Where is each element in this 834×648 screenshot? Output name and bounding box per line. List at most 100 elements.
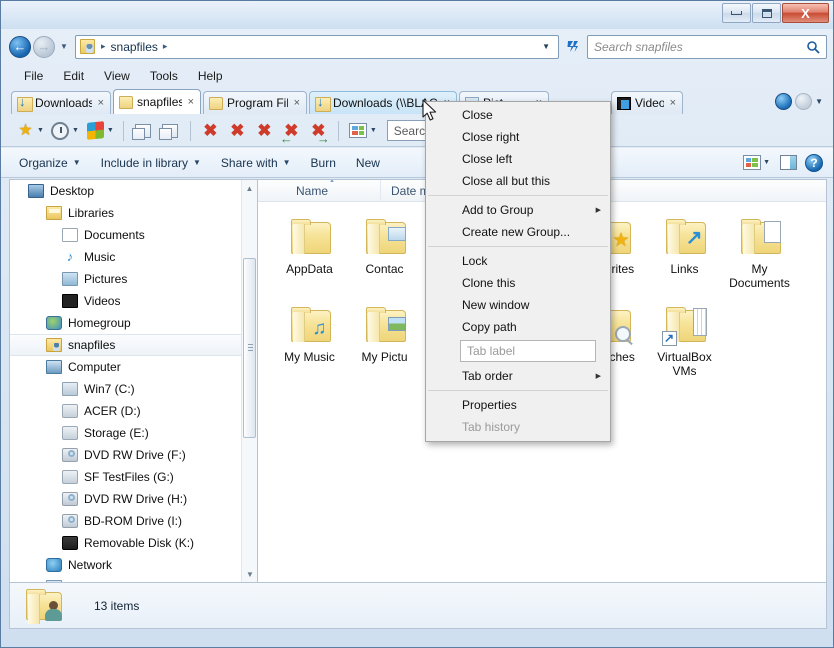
menu-item-create-new-group[interactable]: Create new Group...: [426, 221, 610, 243]
menu-file[interactable]: File: [15, 67, 52, 85]
command-organize[interactable]: Organize ▼: [9, 152, 91, 174]
chevron-down-icon[interactable]: ▼: [37, 127, 44, 134]
history-dropdown-button[interactable]: ▼: [58, 42, 70, 51]
clone-tab-icon: [159, 120, 181, 141]
chevron-down-icon-2[interactable]: ▼: [72, 127, 79, 134]
tab-nav-left-button[interactable]: [775, 93, 793, 110]
file-item-virtualbox-vms[interactable]: ↗ VirtualBox VMs: [647, 300, 722, 388]
tab-close-icon[interactable]: ×: [98, 97, 104, 109]
menu-item-add-to-group[interactable]: Add to Group: [426, 199, 610, 221]
tree-item-computer[interactable]: Computer: [10, 356, 257, 378]
nav-pane-scrollbar[interactable]: ▲ ▼: [241, 180, 257, 582]
menu-item-tab-order[interactable]: Tab order: [426, 365, 610, 387]
close-button[interactable]: X: [782, 3, 829, 23]
help-button[interactable]: ?: [805, 153, 823, 172]
search-input[interactable]: Search snapfiles: [594, 40, 806, 54]
tab-videos[interactable]: Videos ×: [611, 91, 683, 114]
address-path-box[interactable]: ▸ snapfiles ▸ ▼: [75, 34, 559, 59]
file-item-appdata[interactable]: AppData: [272, 212, 347, 300]
menu-item-copy-path[interactable]: Copy path: [426, 316, 610, 338]
favorites-button[interactable]: ★ ▼: [13, 119, 46, 142]
tree-item-control-panel[interactable]: Control Panel: [10, 576, 257, 582]
tree-item-documents[interactable]: Documents: [10, 224, 257, 246]
chevron-down-icon[interactable]: ▼: [283, 158, 291, 167]
tree-item-storage-e[interactable]: Storage (E:): [10, 422, 257, 444]
tree-item-bd-rom-drive-i[interactable]: BD-ROM Drive (I:): [10, 510, 257, 532]
tree-item-network[interactable]: Network: [10, 554, 257, 576]
tab-label-input[interactable]: Tab label: [460, 340, 596, 362]
menu-item-close-right[interactable]: Close right: [426, 126, 610, 148]
menu-view[interactable]: View: [95, 67, 139, 85]
address-dropdown-icon[interactable]: ▼: [542, 42, 556, 51]
file-item-my-documents[interactable]: My Documents: [722, 212, 797, 300]
close-all-tabs-button[interactable]: ✖: [252, 119, 277, 142]
tree-item-snapfiles[interactable]: snapfiles: [10, 334, 257, 356]
close-left-tabs-button[interactable]: ✖: [279, 119, 304, 145]
menu-item-close-all-but-this[interactable]: Close all but this: [426, 170, 610, 192]
menu-tools[interactable]: Tools: [141, 67, 187, 85]
search-box[interactable]: Search snapfiles: [587, 34, 827, 59]
windows-menu-button[interactable]: ▼: [83, 119, 116, 142]
file-item-my-music[interactable]: ♫ My Music: [272, 300, 347, 388]
command-include-in-library[interactable]: Include in library ▼: [91, 152, 211, 174]
tab-downloads[interactable]: Downloads ×: [11, 91, 111, 114]
menu-item-close-left[interactable]: Close left: [426, 148, 610, 170]
maximize-button[interactable]: [752, 3, 781, 23]
tab-close-icon[interactable]: ×: [294, 97, 300, 109]
refresh-button[interactable]: [561, 35, 583, 59]
chevron-down-icon-3[interactable]: ▼: [107, 127, 114, 134]
command-new[interactable]: New: [346, 152, 390, 174]
tab-nav-right-button[interactable]: [795, 93, 813, 110]
chevron-down-icon[interactable]: ▼: [73, 158, 81, 167]
back-button[interactable]: ←: [9, 35, 31, 58]
preview-pane-button[interactable]: [780, 155, 797, 170]
tab-nav-caret-icon[interactable]: ▼: [815, 97, 823, 106]
clone-tab-button[interactable]: [158, 119, 183, 142]
close-other-tabs-button[interactable]: ✖: [225, 119, 250, 142]
scroll-up-button[interactable]: ▲: [242, 180, 257, 196]
menu-item-new-window[interactable]: New window: [426, 294, 610, 316]
forward-button[interactable]: →: [33, 35, 55, 58]
chevron-down-icon[interactable]: ▼: [193, 158, 201, 167]
minimize-button[interactable]: [722, 3, 751, 23]
tab-snapfiles[interactable]: snapfiles ×: [113, 89, 201, 114]
menu-item-properties[interactable]: Properties: [426, 394, 610, 416]
tree-item-dvd-rw-drive-f[interactable]: DVD RW Drive (F:): [10, 444, 257, 466]
column-header-name[interactable]: Name: [286, 180, 381, 202]
history-button[interactable]: ▼: [48, 119, 81, 142]
breadcrumb-snapfiles[interactable]: snapfiles: [109, 40, 160, 54]
tree-item-desktop[interactable]: Desktop: [10, 180, 257, 202]
chevron-down-icon-5[interactable]: ▼: [763, 159, 770, 166]
tree-item-libraries[interactable]: Libraries: [10, 202, 257, 224]
tree-item-sf-testfiles-g[interactable]: SF TestFiles (G:): [10, 466, 257, 488]
tree-item-homegroup[interactable]: Homegroup: [10, 312, 257, 334]
menu-item-lock[interactable]: Lock: [426, 250, 610, 272]
tree-item-music[interactable]: ♪ Music: [10, 246, 257, 268]
tree-item-pictures[interactable]: Pictures: [10, 268, 257, 290]
new-tab-button[interactable]: [131, 119, 156, 142]
tab-close-icon[interactable]: ×: [670, 97, 676, 109]
scroll-down-button[interactable]: ▼: [242, 566, 257, 582]
tab-program-files[interactable]: Program Files ×: [203, 91, 307, 114]
close-right-tabs-button[interactable]: ✖: [306, 119, 331, 145]
tab-close-icon[interactable]: ×: [188, 96, 194, 108]
command-share-with[interactable]: Share with ▼: [211, 152, 301, 174]
tree-item-removable-disk-k[interactable]: Removable Disk (K:): [10, 532, 257, 554]
menu-help[interactable]: Help: [189, 67, 232, 85]
menu-item-clone-this[interactable]: Clone this: [426, 272, 610, 294]
menu-edit[interactable]: Edit: [54, 67, 93, 85]
command-burn[interactable]: Burn: [301, 152, 346, 174]
tree-item-acer-d[interactable]: ACER (D:): [10, 400, 257, 422]
file-item-my-pictu[interactable]: My Pictu: [347, 300, 422, 388]
file-item-contac[interactable]: Contac: [347, 212, 422, 300]
close-tab-button[interactable]: ✖: [198, 119, 223, 142]
chevron-down-icon-4[interactable]: ▼: [370, 127, 377, 134]
file-item-links[interactable]: ↗ Links: [647, 212, 722, 300]
menu-item-close[interactable]: Close: [426, 104, 610, 126]
tree-item-dvd-rw-drive-h[interactable]: DVD RW Drive (H:): [10, 488, 257, 510]
tree-item-videos[interactable]: Videos: [10, 290, 257, 312]
change-view-button[interactable]: ▼: [739, 151, 772, 174]
scrollbar-thumb[interactable]: [243, 258, 256, 438]
tree-item-win7-c[interactable]: Win7 (C:): [10, 378, 257, 400]
view-mode-button[interactable]: ▼: [346, 119, 379, 142]
